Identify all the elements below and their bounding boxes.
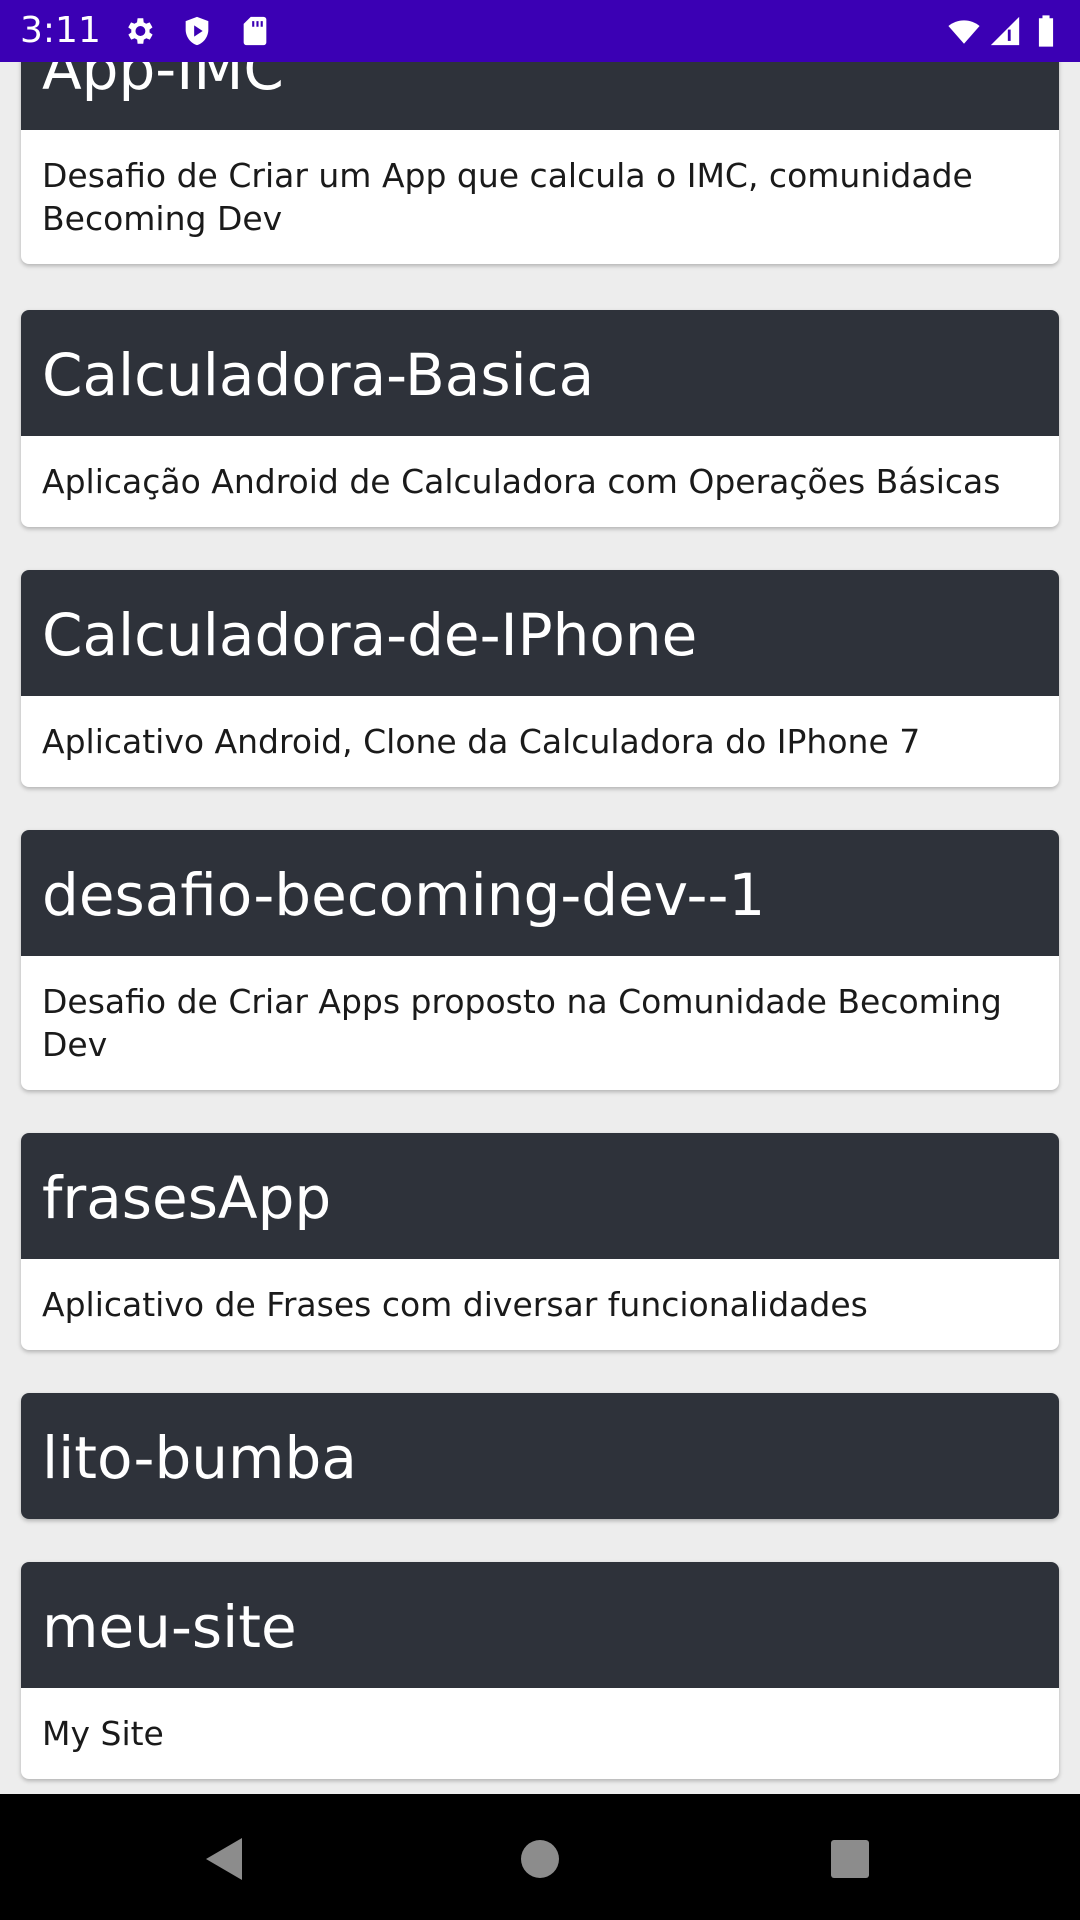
- home-icon[interactable]: [505, 1824, 575, 1894]
- shield-icon: [185, 16, 209, 46]
- repo-description: Aplicativo Android, Clone da Calculadora…: [42, 722, 921, 761]
- repo-card[interactable]: App-IMC Desafio de Criar um App que calc…: [21, 62, 1059, 264]
- repo-name: lito-bumba: [42, 1424, 357, 1492]
- repo-name: App-IMC: [42, 62, 284, 103]
- settings-icon: [128, 18, 153, 44]
- repo-description: My Site: [42, 1714, 164, 1753]
- repo-card[interactable]: lito-bumba: [21, 1393, 1059, 1519]
- battery-icon: [1038, 15, 1054, 47]
- repo-description: Aplicativo de Frases com diversar funcio…: [42, 1285, 868, 1324]
- repo-card-header: Calculadora-de-IPhone: [21, 570, 1059, 696]
- signal-icon: [990, 16, 1020, 46]
- recents-icon[interactable]: [815, 1824, 885, 1894]
- repo-card[interactable]: Calculadora-de-IPhone Aplicativo Android…: [21, 570, 1059, 787]
- wifi-icon: [948, 20, 980, 44]
- status-bar: 3:11: [0, 0, 1080, 62]
- back-icon[interactable]: [190, 1824, 260, 1894]
- repo-description: Desafio de Criar um App que calcula o IM…: [42, 156, 973, 238]
- sd-card-icon: [243, 16, 267, 46]
- repo-card[interactable]: Calculadora-Basica Aplicação Android de …: [21, 310, 1059, 527]
- repo-card[interactable]: meu-site My Site: [21, 1562, 1059, 1779]
- repo-list[interactable]: App-IMC Desafio de Criar um App que calc…: [0, 62, 1080, 1793]
- repo-name: Calculadora-de-IPhone: [42, 601, 698, 669]
- repo-name: frasesApp: [42, 1164, 332, 1232]
- repo-description: Desafio de Criar Apps proposto na Comuni…: [42, 982, 1002, 1064]
- repo-card-header: desafio-becoming-dev--1: [21, 830, 1059, 956]
- repo-name: meu-site: [42, 1593, 297, 1661]
- repo-card-header: Calculadora-Basica: [21, 310, 1059, 436]
- repo-card-header: App-IMC: [21, 62, 1059, 130]
- repo-name: desafio-becoming-dev--1: [42, 861, 766, 929]
- navigation-bar: [0, 1794, 1080, 1920]
- repo-name: Calculadora-Basica: [42, 341, 595, 409]
- repo-card-header: frasesApp: [21, 1133, 1059, 1259]
- repo-card-header: meu-site: [21, 1562, 1059, 1688]
- status-time: 3:11: [20, 10, 101, 51]
- repo-card-header: lito-bumba: [21, 1393, 1059, 1519]
- repo-description: Aplicação Android de Calculadora com Ope…: [42, 462, 1001, 501]
- repo-card[interactable]: frasesApp Aplicativo de Frases com diver…: [21, 1133, 1059, 1350]
- repo-card[interactable]: desafio-becoming-dev--1 Desafio de Criar…: [21, 830, 1059, 1090]
